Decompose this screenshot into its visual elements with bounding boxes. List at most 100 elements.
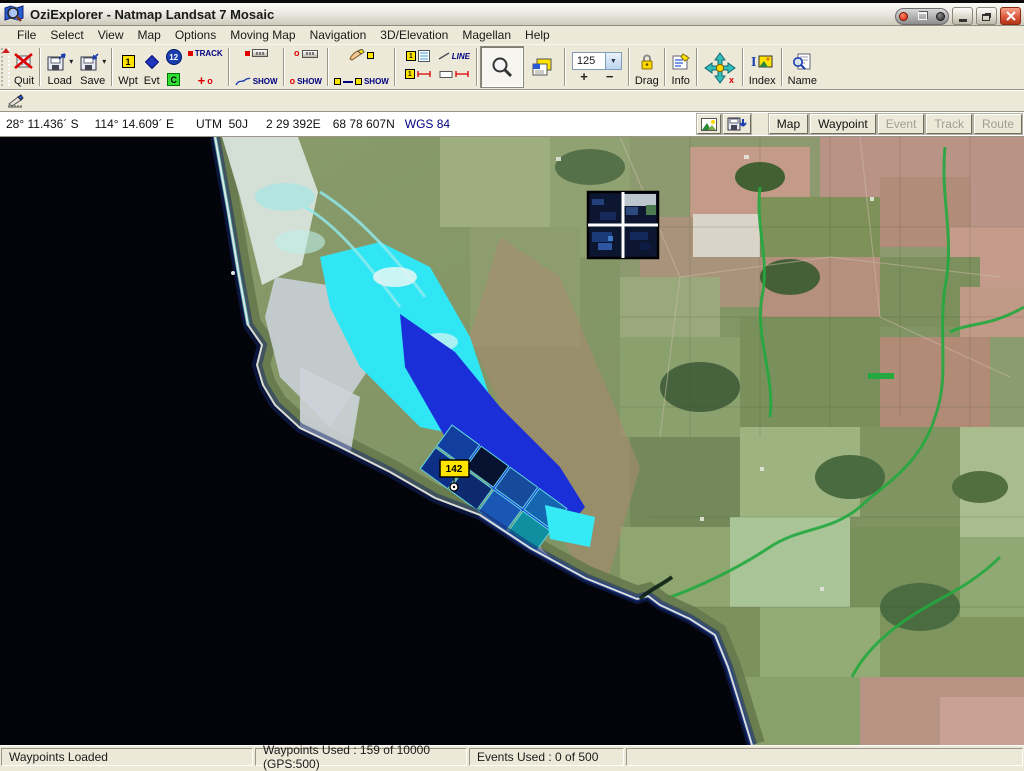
- quit-button[interactable]: Quit: [11, 46, 37, 88]
- separator: [39, 48, 41, 86]
- info-form-icon: [671, 48, 691, 75]
- line-tool-button[interactable]: LINE: [438, 52, 470, 61]
- red-circle-icon: o: [294, 49, 300, 58]
- zoom-dropdown-button[interactable]: ▼: [606, 52, 622, 70]
- track-plus-icon[interactable]: +: [198, 76, 206, 86]
- coordinate-bar: 28° 11.436´ S 114° 14.609´ E UTM 50J 2 2…: [0, 112, 1024, 137]
- measure-tool-button[interactable]: [3, 92, 29, 111]
- zoom-out-button[interactable]: −: [606, 72, 614, 82]
- menu-item-navigation[interactable]: Navigation: [303, 27, 374, 43]
- list-icon: [418, 50, 430, 62]
- secondary-toolbar: [0, 90, 1024, 112]
- app-icon: [4, 4, 24, 24]
- waypoint-button[interactable]: 1 Wpt: [115, 46, 141, 88]
- satellite-map: 142: [0, 137, 1024, 745]
- index-map-icon: I: [750, 48, 774, 75]
- toolbar-grip[interactable]: [1, 48, 10, 86]
- menu-item-options[interactable]: Options: [168, 27, 223, 43]
- save-floppy-icon: ▾: [79, 48, 106, 75]
- zoom-level-value[interactable]: 125: [572, 52, 606, 70]
- show-track-button[interactable]: SHOW: [232, 46, 281, 88]
- waypoint-icon: 1: [122, 55, 135, 68]
- load-dropdown-caret[interactable]: ▾: [69, 57, 73, 66]
- image-icon: [701, 118, 717, 131]
- svg-text:x: x: [729, 75, 734, 84]
- waypoint-comment-icon: C: [167, 73, 180, 86]
- menu-item-moving-map[interactable]: Moving Map: [223, 27, 302, 43]
- separator: [394, 48, 396, 86]
- utm-zone-value: UTM 50J: [196, 117, 248, 131]
- menu-item-3d-elevation[interactable]: 3D/Elevation: [373, 27, 455, 43]
- zoom-in-button[interactable]: +: [580, 72, 588, 82]
- range-rings-button[interactable]: [439, 70, 469, 78]
- track-bar-icon: [252, 49, 268, 57]
- datum-value: WGS 84: [405, 117, 450, 131]
- restore-icon: [982, 14, 990, 21]
- pan-arrows-icon: x: [704, 48, 736, 87]
- route-list-button: Route: [974, 114, 1022, 134]
- close-button[interactable]: [1000, 7, 1021, 25]
- track-circle-icon[interactable]: o: [207, 77, 213, 86]
- status-spare-panel: [626, 748, 1023, 766]
- tray-record-dot-icon[interactable]: [899, 12, 908, 21]
- drag-button[interactable]: Drag: [632, 46, 662, 88]
- waypoints-used-counter: Waypoints Used : 159 of 10000 (GPS:500): [255, 748, 467, 766]
- tray-capsule[interactable]: [895, 8, 949, 25]
- load-floppy-icon: ▾: [46, 48, 73, 75]
- menu-item-file[interactable]: File: [10, 27, 43, 43]
- zoom-tool-button[interactable]: [480, 46, 524, 88]
- ruler2-icon: [455, 70, 469, 78]
- event-button[interactable]: Evt: [141, 46, 163, 88]
- show-events-button[interactable]: SHOW: [331, 46, 392, 88]
- separator: [628, 48, 630, 86]
- minimize-button[interactable]: [952, 7, 973, 25]
- track-control[interactable]: TRACK +o: [185, 46, 226, 88]
- red-square-icon: [245, 51, 250, 56]
- index-button[interactable]: I Index: [746, 46, 779, 88]
- menu-item-view[interactable]: View: [91, 27, 131, 43]
- floppy-down-icon: [727, 117, 747, 131]
- link-line-icon: [343, 81, 353, 83]
- separator: [283, 48, 285, 86]
- name-search-button[interactable]: Name: [785, 46, 820, 88]
- window-title: OziExplorer - Natmap Landsat 7 Mosaic: [30, 7, 274, 22]
- restore-button[interactable]: [976, 7, 997, 25]
- tray-dark-dot-icon[interactable]: [936, 12, 945, 21]
- waypoint-list-button[interactable]: 1: [406, 50, 430, 62]
- separator: [664, 48, 666, 86]
- map-canvas[interactable]: 142: [0, 137, 1024, 745]
- menu-item-select[interactable]: Select: [43, 27, 90, 43]
- save-button[interactable]: ▾ Save: [76, 46, 109, 88]
- name-search-icon: [792, 48, 812, 75]
- menu-item-help[interactable]: Help: [518, 27, 557, 43]
- event-diamond-icon: [145, 54, 159, 68]
- padlock-icon: [638, 48, 656, 75]
- stacked-maps-icon: [531, 48, 555, 87]
- separator: [111, 48, 113, 86]
- menu-item-map[interactable]: Map: [131, 27, 168, 43]
- menu-item-magellan[interactable]: Magellan: [455, 27, 518, 43]
- tray-restore-icon[interactable]: [918, 12, 927, 20]
- save-map-image-button[interactable]: [723, 114, 751, 134]
- show-waypoints-button[interactable]: o oSHOW: [287, 46, 325, 88]
- close-icon: [1006, 11, 1016, 21]
- event-square-icon: [367, 52, 374, 59]
- map-view-button[interactable]: [524, 46, 562, 88]
- separator: [742, 48, 744, 86]
- pan-control-button[interactable]: x: [700, 46, 740, 88]
- waypoint-number-toggle[interactable]: 12 C: [163, 46, 185, 88]
- save-dropdown-caret[interactable]: ▾: [102, 57, 106, 66]
- waypoint-distance-button[interactable]: 1: [405, 69, 431, 79]
- separator: [781, 48, 783, 86]
- menu-bar: File Select View Map Options Moving Map …: [0, 26, 1024, 45]
- waypoint-list-toggle-button[interactable]: Waypoint: [810, 114, 876, 134]
- map-properties-button[interactable]: Map: [769, 114, 808, 134]
- info-button[interactable]: Info: [668, 46, 694, 88]
- load-button[interactable]: ▾ Load: [43, 46, 76, 88]
- waypoint-label: 142: [446, 464, 463, 475]
- track-dot-icon: [188, 51, 193, 56]
- screenshot-button[interactable]: [697, 114, 721, 134]
- main-toolbar: Quit ▾ Load ▾ Save 1 Wpt: [0, 45, 1024, 90]
- latitude-value: 28° 11.436´ S: [6, 117, 79, 131]
- map-inset-tile[interactable]: [588, 192, 658, 258]
